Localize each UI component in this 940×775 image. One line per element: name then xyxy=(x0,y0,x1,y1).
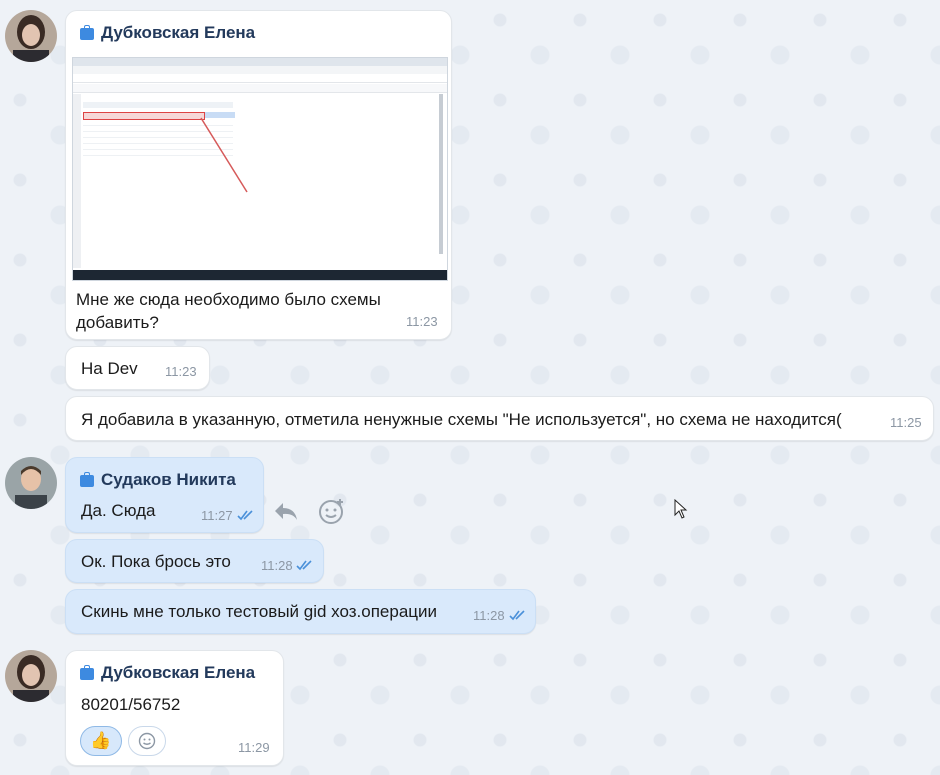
message-bubble[interactable]: Скинь мне только тестовый gid хоз.операц… xyxy=(65,589,536,634)
briefcase-icon xyxy=(80,665,94,680)
message-bubble[interactable]: Судаков Никита Да. Сюда 11:27 xyxy=(65,457,264,533)
smile-plus-icon[interactable] xyxy=(316,496,346,526)
sender-name[interactable]: Судаков Никита xyxy=(80,470,236,490)
message-text: Ок. Пока брось это xyxy=(81,552,231,571)
message-text: 80201/56752 xyxy=(81,695,181,714)
sender-name[interactable]: Дубковская Елена xyxy=(80,23,255,43)
sender-name[interactable]: Дубковская Елена xyxy=(80,663,255,683)
mouse-cursor-icon xyxy=(674,499,688,519)
briefcase-icon xyxy=(80,472,94,487)
message-time: 11:28 xyxy=(261,558,293,573)
smile-icon xyxy=(138,732,156,750)
reaction-thumbs-up[interactable]: 👍 xyxy=(80,726,122,756)
message-text: Я добавила в указанную, отметила ненужны… xyxy=(81,410,842,429)
message-time: 11:23 xyxy=(406,314,438,329)
briefcase-icon xyxy=(80,25,94,40)
message-text: Мне же сюда необходимо было схемы добави… xyxy=(76,290,381,332)
message-time: 11:28 xyxy=(473,608,505,623)
screenshot-image[interactable] xyxy=(72,57,448,281)
double-check-icon xyxy=(237,510,253,521)
message-time: 11:23 xyxy=(165,364,197,379)
double-check-icon xyxy=(296,560,312,571)
message-bubble[interactable]: На Dev 11:23 xyxy=(65,346,210,390)
reply-icon[interactable] xyxy=(272,498,300,524)
message-text: Да. Сюда xyxy=(81,501,156,520)
avatar-dubkovskaya[interactable] xyxy=(5,650,57,702)
avatar-sudakov[interactable] xyxy=(5,457,57,509)
add-reaction-button[interactable] xyxy=(128,726,166,756)
message-time: 11:29 xyxy=(238,740,270,755)
message-time: 11:27 xyxy=(201,508,233,523)
message-text: На Dev xyxy=(81,359,138,378)
message-text: Скинь мне только тестовый gid хоз.операц… xyxy=(81,602,438,621)
avatar-dubkovskaya[interactable] xyxy=(5,10,57,62)
message-bubble[interactable]: Дубковская Елена 80201/56752 👍 11:29 xyxy=(65,650,284,766)
message-bubble[interactable]: Ок. Пока брось это 11:28 xyxy=(65,539,324,583)
double-check-icon xyxy=(509,610,525,621)
message-time: 11:25 xyxy=(890,415,922,430)
message-bubble[interactable]: Я добавила в указанную, отметила ненужны… xyxy=(65,396,934,441)
message-bubble[interactable]: Дубковская Елена Мне же сюда необходимо … xyxy=(65,10,452,340)
